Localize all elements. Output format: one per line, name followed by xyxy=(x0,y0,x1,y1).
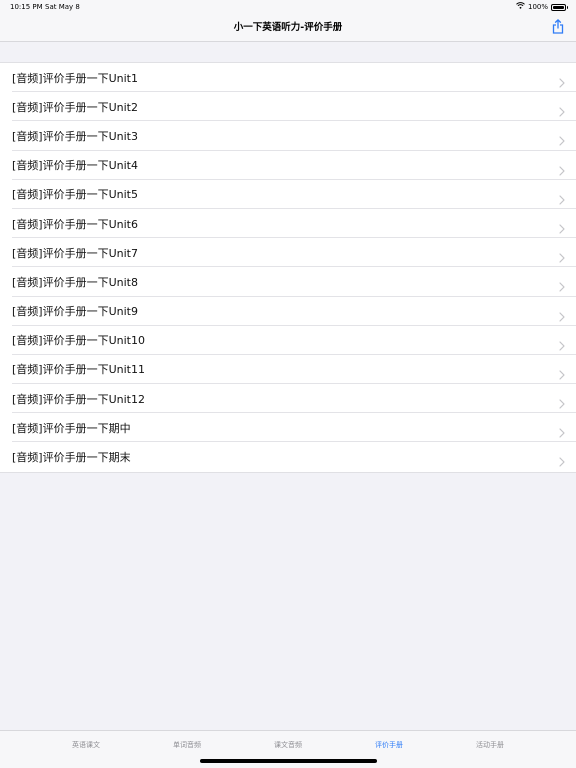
chevron-right-icon xyxy=(559,423,565,438)
audio-list: [音频]评价手册一下Unit1 [音频]评价手册一下Unit2 [音频]评价手册一下… xyxy=(0,62,576,473)
share-button[interactable] xyxy=(550,18,566,38)
list-item[interactable]: [音频]评价手册一下Unit12 xyxy=(0,384,576,414)
list-item-label: [音频]评价手册一下期末 xyxy=(12,451,131,465)
list-item[interactable]: [音频]评价手册一下Unit9 xyxy=(0,297,576,326)
chevron-right-icon xyxy=(559,102,565,117)
list-item[interactable]: [音频]评价手册一下Unit8 xyxy=(0,267,576,297)
list-item-label: [音频]评价手册一下Unit4 xyxy=(12,159,138,173)
chevron-right-icon xyxy=(559,73,565,88)
tab-item[interactable]: 英语课文 xyxy=(36,740,136,750)
home-indicator[interactable] xyxy=(200,759,377,763)
list-item[interactable]: [音频]评价手册一下Unit4 xyxy=(0,151,576,180)
list-item-label: [音频]评价手册一下期中 xyxy=(12,421,131,435)
list-item[interactable]: [音频]评价手册一下期中 xyxy=(0,413,576,443)
page-title: 小一下英语听力-评价手册 xyxy=(233,22,343,33)
list-item[interactable]: [音频]评价手册一下Unit10 xyxy=(0,326,576,356)
chevron-right-icon xyxy=(559,452,565,468)
list-item[interactable]: [音频]评价手册一下Unit7 xyxy=(0,238,576,268)
chevron-right-icon xyxy=(559,277,565,292)
battery-percent: 100% xyxy=(527,3,548,11)
chevron-right-icon xyxy=(559,190,565,205)
chevron-right-icon xyxy=(559,336,565,351)
status-indicators: 100% xyxy=(516,0,568,14)
chevron-right-icon xyxy=(559,365,565,380)
list-item-label: [音频]评价手册一下Unit10 xyxy=(12,334,145,348)
list-item[interactable]: [音频]评价手册一下Unit2 xyxy=(0,92,576,122)
list-item[interactable]: [音频]评价手册一下Unit3 xyxy=(0,121,576,151)
status-time: 10:15 PM xyxy=(10,3,43,11)
chevron-right-icon xyxy=(559,394,565,409)
list-item[interactable]: [音频]评价手册一下Unit6 xyxy=(0,209,576,239)
chevron-right-icon xyxy=(559,248,565,263)
list-item-label: [音频]评价手册一下Unit2 xyxy=(12,100,138,114)
list-item-label: [音频]评价手册一下Unit7 xyxy=(12,246,138,260)
list-item[interactable]: [音频]评价手册一下Unit11 xyxy=(0,355,576,385)
tab-item[interactable]: 单词音频 xyxy=(137,740,237,750)
battery-level xyxy=(553,5,564,9)
list-item-label: [音频]评价手册一下Unit12 xyxy=(12,392,145,406)
list-item-label: [音频]评价手册一下Unit11 xyxy=(12,363,145,377)
tab-item[interactable]: 课文音频 xyxy=(238,740,338,750)
status-date: Sat May 8 xyxy=(45,3,80,11)
list-item[interactable]: [音频]评价手册一下期末 xyxy=(0,442,576,471)
share-icon xyxy=(552,18,564,38)
list-item-label: [音频]评价手册一下Unit3 xyxy=(12,129,138,143)
status-bar: 10:15 PM Sat May 8 100% xyxy=(0,0,576,14)
tab-item[interactable]: 评价手册 xyxy=(339,740,439,750)
list-item-label: [音频]评价手册一下Unit5 xyxy=(12,188,138,202)
wifi-icon xyxy=(516,0,525,14)
chevron-right-icon xyxy=(559,307,565,322)
list-item[interactable]: [音频]评价手册一下Unit5 xyxy=(0,180,576,210)
list-item-label: [音频]评价手册一下Unit1 xyxy=(12,71,138,85)
chevron-right-icon xyxy=(559,161,565,176)
tab-item[interactable]: 活动手册 xyxy=(440,740,540,750)
chevron-right-icon xyxy=(559,219,565,234)
list-item-label: [音频]评价手册一下Unit6 xyxy=(12,217,138,231)
battery-icon xyxy=(551,3,568,11)
list-item-label: [音频]评价手册一下Unit8 xyxy=(12,275,138,289)
list-item-label: [音频]评价手册一下Unit9 xyxy=(12,305,138,319)
list-item[interactable]: [音频]评价手册一下Unit1 xyxy=(0,63,576,93)
chevron-right-icon xyxy=(559,131,565,146)
navigation-bar: 小一下英语听力-评价手册 xyxy=(0,14,576,42)
